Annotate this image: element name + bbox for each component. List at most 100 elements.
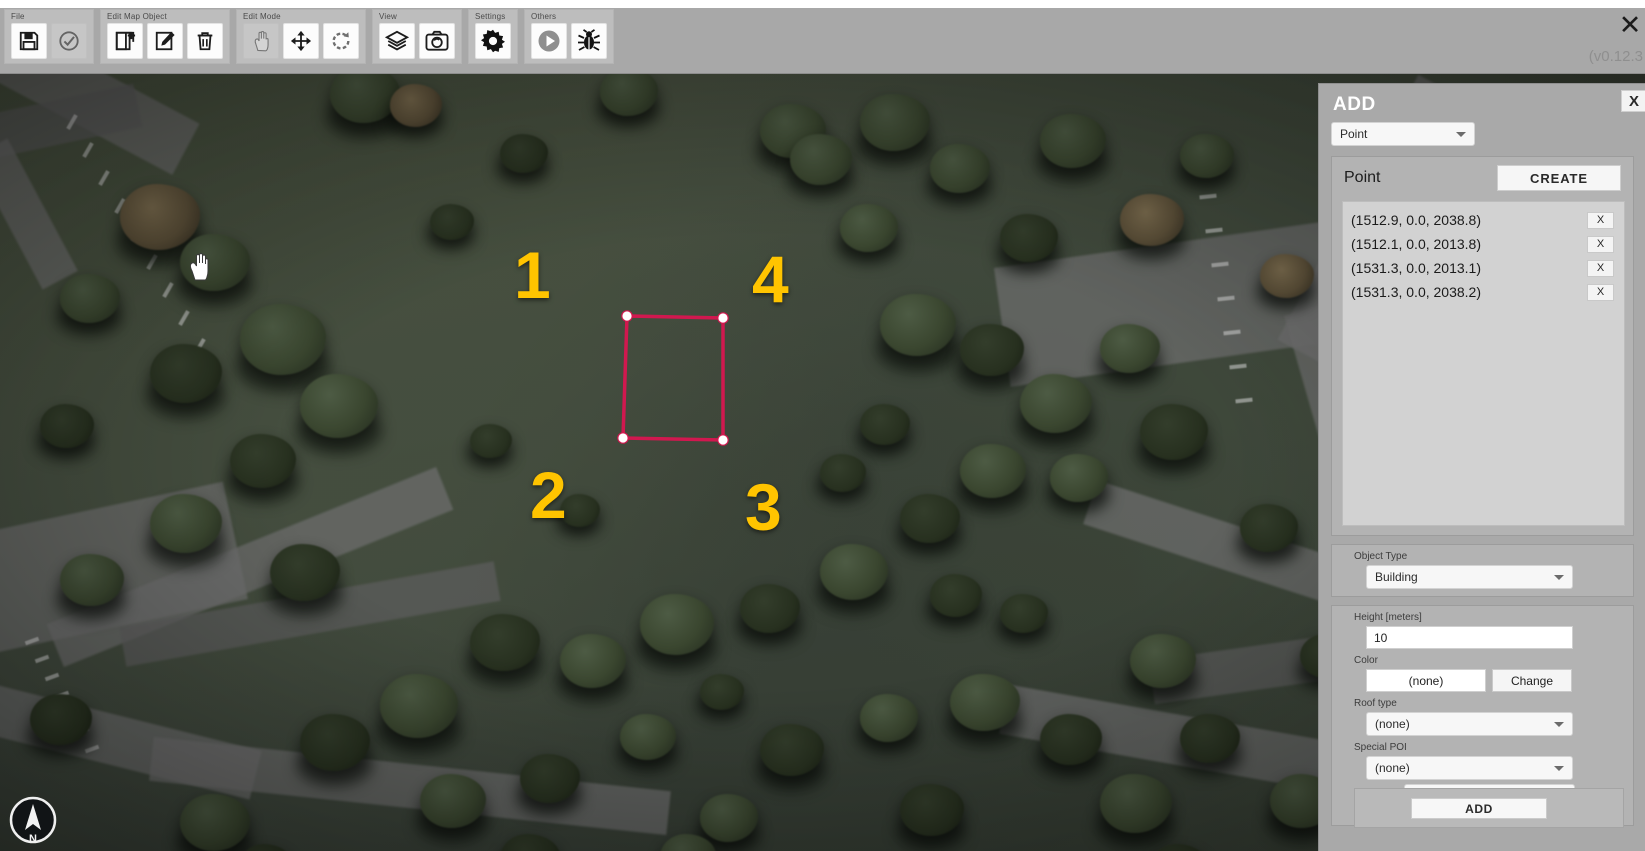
save-button[interactable] <box>11 23 47 59</box>
delete-point-button[interactable]: X <box>1587 283 1614 301</box>
add-object-panel: ADD X Point Point CREATE (1512.9, 0.0, 2… <box>1318 83 1645 851</box>
properties-box: Height [meters] 10 Color (none) Change R… <box>1331 605 1634 828</box>
edit-object-button[interactable] <box>147 23 183 59</box>
toolbar-button-row <box>379 23 455 59</box>
color-change-button[interactable]: Change <box>1492 669 1572 692</box>
color-value: (none) <box>1366 669 1486 692</box>
toolbar-group-settings: Settings <box>468 9 518 64</box>
points-card: Point CREATE (1512.9, 0.0, 2038.8) X (1512… <box>1331 156 1634 536</box>
toolbar-group-label: File <box>11 12 25 21</box>
create-point-button[interactable]: CREATE <box>1497 165 1621 191</box>
square-pencil-icon <box>154 30 176 52</box>
points-list[interactable]: (1512.9, 0.0, 2038.8) X (1512.1, 0.0, 2013… <box>1342 201 1625 526</box>
object-type-label: Object Type <box>1354 551 1408 562</box>
color-row: (none) Change <box>1366 669 1633 692</box>
map-vertex-label-1: 1 <box>514 238 551 312</box>
toolbar-group-label: Edit Map Object <box>107 12 167 21</box>
compass-icon: N <box>9 796 57 845</box>
chevron-down-icon <box>1554 722 1564 727</box>
map-editor-app: File Edit Map Object Edit Mode View Settings… <box>0 0 1645 851</box>
delete-point-button[interactable]: X <box>1587 259 1614 277</box>
check-circle-icon <box>58 30 80 52</box>
hand-pointer-icon <box>251 30 271 52</box>
object-type-value: Building <box>1375 570 1418 584</box>
rotate-icon <box>330 30 352 52</box>
rotate-mode-button[interactable] <box>323 23 359 59</box>
layers-button[interactable] <box>379 23 415 59</box>
map-vertex-label-3: 3 <box>745 470 782 544</box>
version-label: (v0.12.3 <box>1588 48 1643 65</box>
add-tag-button[interactable]: ADD <box>1411 798 1547 819</box>
window-close-button[interactable]: ✕ <box>1615 10 1645 40</box>
roof-type-select[interactable]: (none) <box>1366 712 1573 736</box>
delete-object-button[interactable] <box>187 23 223 59</box>
layers-icon <box>385 29 409 53</box>
toolbar-group-others: Others <box>524 9 614 64</box>
map-vertex-label-4: 4 <box>752 242 789 316</box>
point-coordinates: (1531.3, 0.0, 2013.1) <box>1351 260 1481 276</box>
debug-button[interactable] <box>571 23 607 59</box>
toolbar-group-file: File <box>4 9 94 64</box>
color-label: Color <box>1354 655 1378 666</box>
floppy-disk-icon <box>18 30 40 52</box>
toolbar-button-row <box>107 23 223 59</box>
toolbar-groups: File Edit Map Object Edit Mode View Settings… <box>4 9 614 64</box>
toolbar-group-edit-mode: Edit Mode <box>236 9 366 64</box>
toolbar-group-label: Settings <box>475 12 506 21</box>
chevron-down-icon <box>1456 132 1466 137</box>
object-kind-select[interactable]: Point <box>1331 122 1475 146</box>
add-object-button[interactable] <box>107 23 143 59</box>
point-list-item[interactable]: (1531.3, 0.0, 2013.1) X <box>1347 256 1620 280</box>
point-list-item[interactable]: (1512.1, 0.0, 2013.8) X <box>1347 232 1620 256</box>
select-mode-button <box>243 23 279 59</box>
trash-icon <box>194 30 216 52</box>
roof-type-label: Roof type <box>1354 698 1397 709</box>
toolbar-group-label: View <box>379 12 397 21</box>
point-list-item[interactable]: (1512.9, 0.0, 2038.8) X <box>1347 208 1620 232</box>
toolbar-group-view: View <box>372 9 462 64</box>
top-toolbar: File Edit Map Object Edit Mode View Settings… <box>0 0 1645 74</box>
gear-icon <box>481 29 505 53</box>
titlebar-strip <box>0 0 1645 8</box>
roof-type-value: (none) <box>1375 717 1410 731</box>
validate-button <box>51 23 87 59</box>
object-type-box: Object Type Building <box>1331 544 1634 597</box>
settings-button[interactable] <box>475 23 511 59</box>
screenshot-button[interactable] <box>419 23 455 59</box>
panel-close-button[interactable]: X <box>1621 90 1645 112</box>
svg-text:N: N <box>29 833 37 845</box>
map-vertex-label-2: 2 <box>530 458 567 532</box>
object-kind-select-value: Point <box>1340 127 1368 141</box>
play-button[interactable] <box>531 23 567 59</box>
point-list-item[interactable]: (1531.3, 0.0, 2038.2) X <box>1347 280 1620 304</box>
toolbar-button-row <box>531 23 607 59</box>
panel-title: ADD <box>1333 94 1376 115</box>
height-label: Height [meters] <box>1354 612 1422 623</box>
other-tags-box: ADD <box>1354 788 1624 828</box>
square-plus-icon <box>114 30 136 52</box>
tree-canopy <box>1150 844 1208 851</box>
delete-point-button[interactable]: X <box>1587 235 1614 253</box>
toolbar-group-label: Edit Mode <box>243 12 281 21</box>
special-poi-value: (none) <box>1375 761 1410 775</box>
move-arrows-icon <box>290 30 312 52</box>
special-poi-select[interactable]: (none) <box>1366 756 1573 780</box>
toolbar-button-row <box>475 23 511 59</box>
tree-canopy <box>500 834 560 851</box>
play-circle-icon <box>537 29 561 53</box>
point-coordinates: (1531.3, 0.0, 2038.2) <box>1351 284 1481 300</box>
height-input[interactable]: 10 <box>1366 626 1573 649</box>
points-section-label: Point <box>1344 169 1381 186</box>
object-type-select[interactable]: Building <box>1366 565 1573 589</box>
special-poi-label: Special POI <box>1354 742 1407 753</box>
point-coordinates: (1512.9, 0.0, 2038.8) <box>1351 212 1481 228</box>
delete-point-button[interactable]: X <box>1587 211 1614 229</box>
toolbar-group-label: Others <box>531 12 557 21</box>
toolbar-button-row <box>243 23 359 59</box>
point-coordinates: (1512.1, 0.0, 2013.8) <box>1351 236 1481 252</box>
toolbar-button-row <box>11 23 87 59</box>
chevron-down-icon <box>1554 766 1564 771</box>
toolbar-group-edit-map-object: Edit Map Object <box>100 9 230 64</box>
bug-icon <box>577 29 601 53</box>
move-mode-button[interactable] <box>283 23 319 59</box>
